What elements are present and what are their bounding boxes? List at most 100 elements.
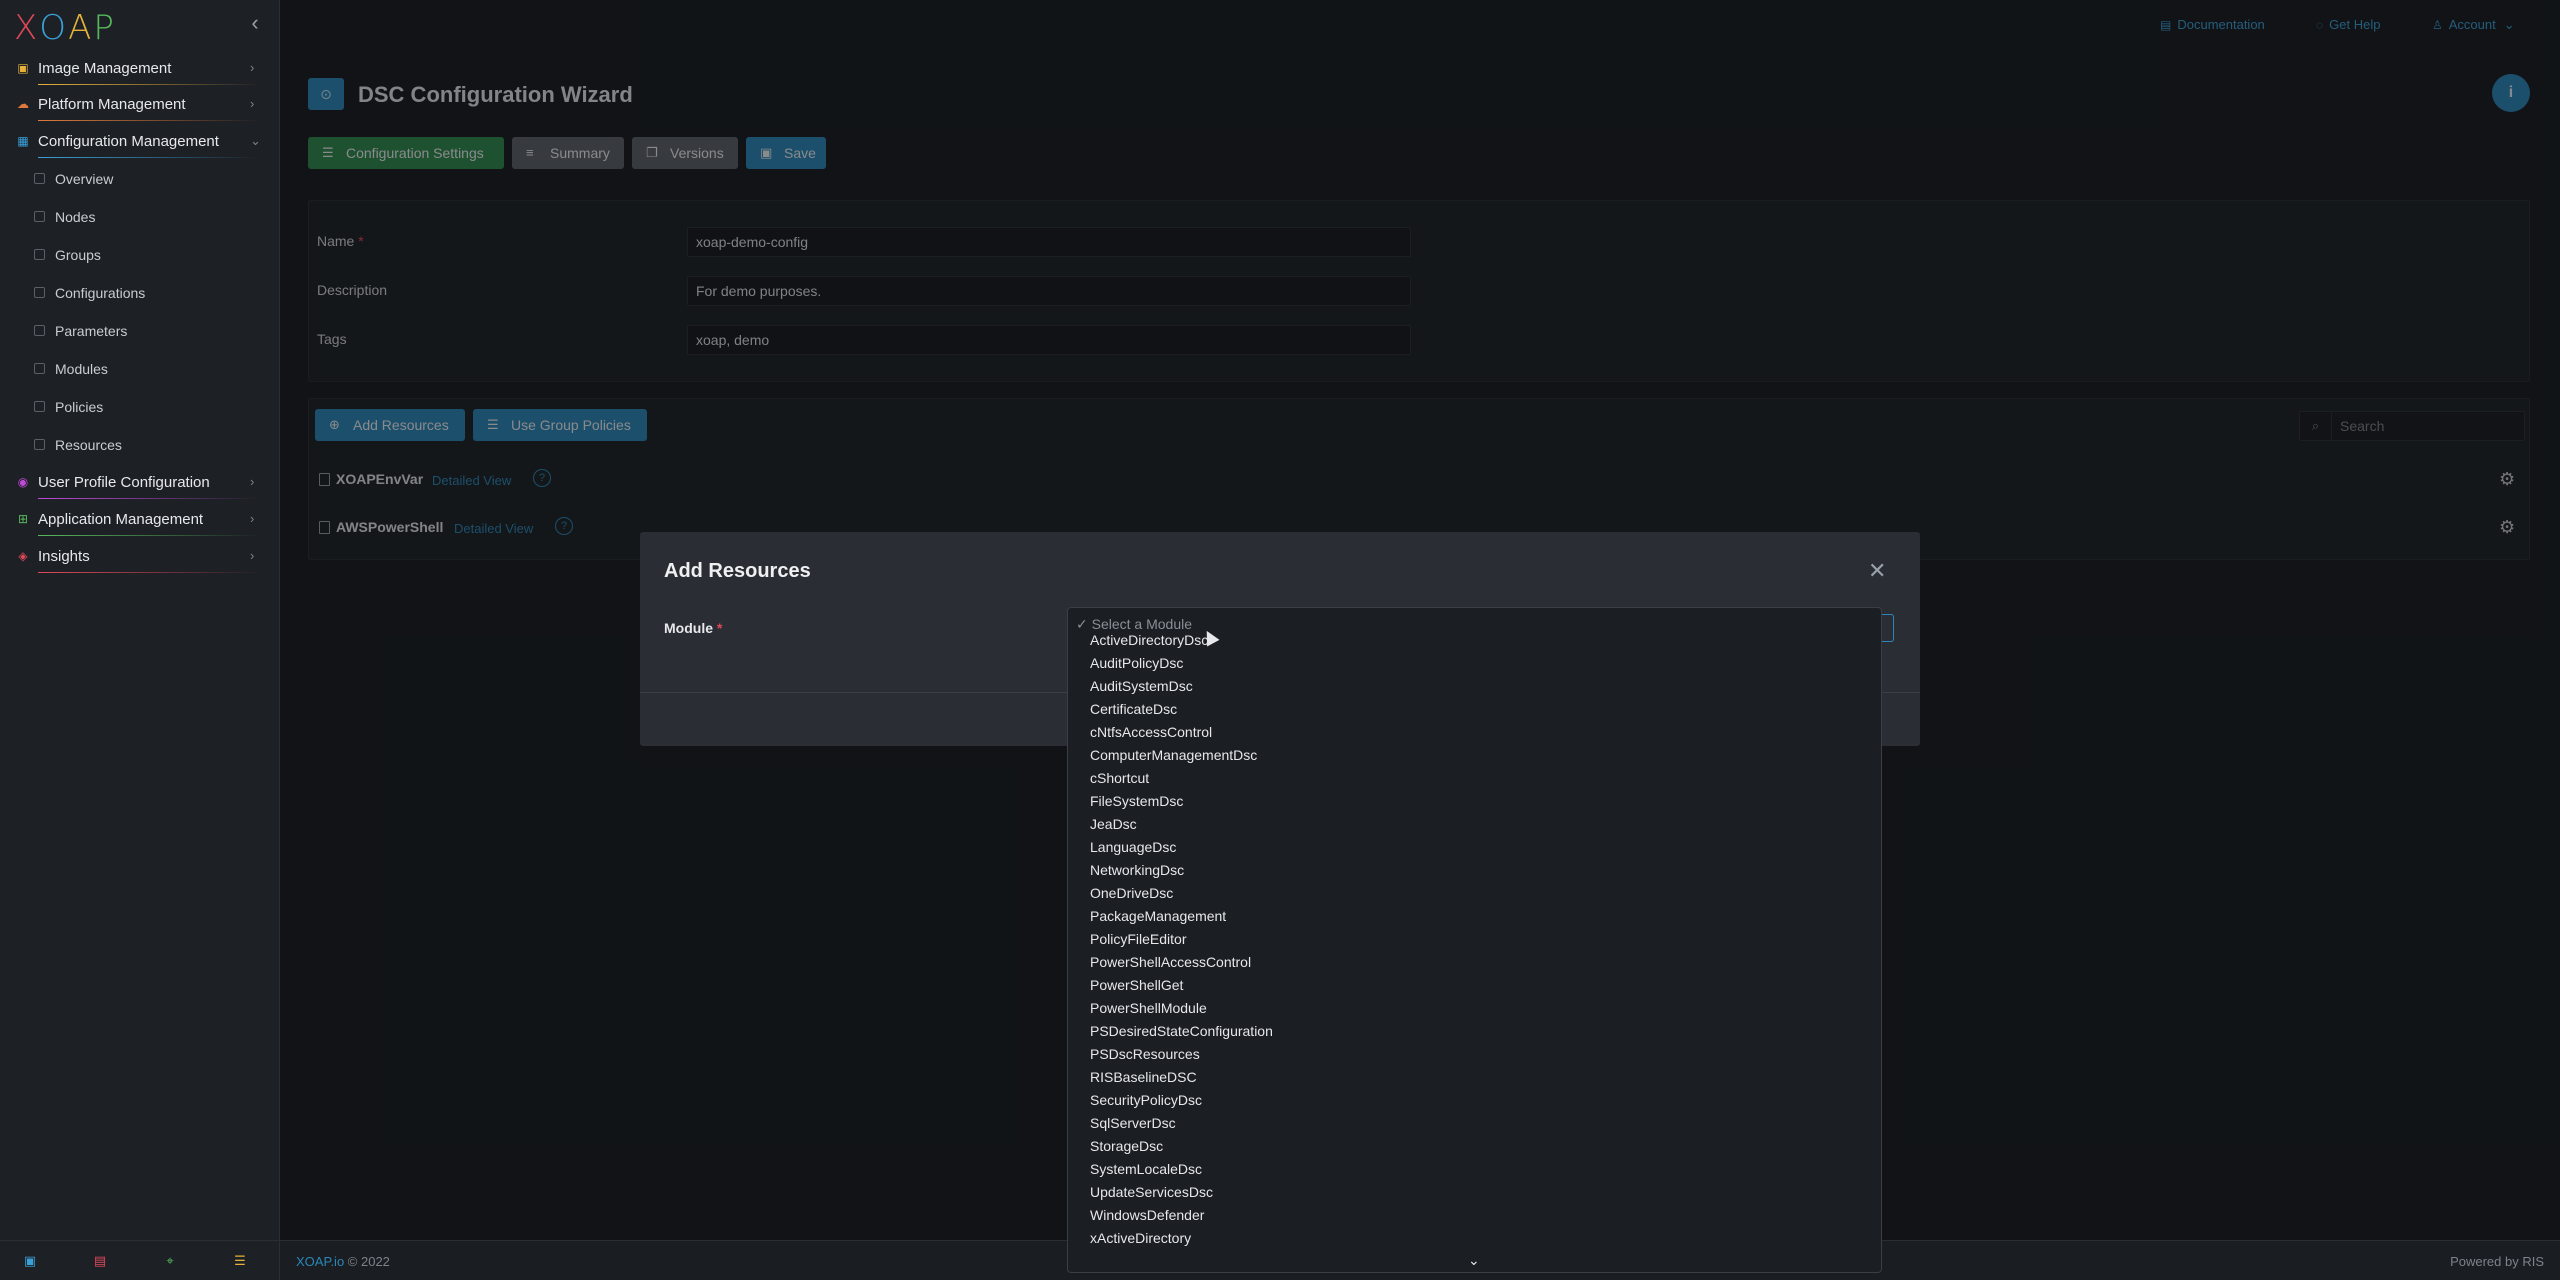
required-marker: * (716, 620, 723, 636)
sidebar-item-platform-management[interactable]: ☁ Platform Management › (0, 88, 280, 124)
module-option[interactable]: NetworkingDsc (1090, 862, 1184, 878)
sidebar-item-application-management[interactable]: ⊞ Application Management › (0, 503, 280, 539)
chevron-right-icon: › (250, 60, 255, 75)
config-icon: ▦ (17, 134, 29, 148)
module-dropdown[interactable]: ✓ Select a Module ActiveDirectoryDsc Audi… (1067, 607, 1882, 1273)
sidebar-item-label: Application Management (38, 511, 204, 528)
list-icon[interactable]: ☰ (232, 1253, 248, 1269)
logo-letter: X (14, 8, 40, 48)
app-icon: ⊞ (17, 512, 29, 526)
module-option[interactable]: PolicyFileEditor (1090, 931, 1186, 947)
sidebar-subitem-label: Parameters (55, 323, 128, 339)
sidebar-item-label: Insights (38, 548, 90, 565)
sidebar-subitem-configurations[interactable]: Configurations (0, 278, 280, 310)
sidebar-item-image-management[interactable]: ▣ Image Management › (0, 52, 280, 88)
module-option[interactable]: JeaDsc (1090, 816, 1137, 832)
module-option[interactable]: cNtfsAccessControl (1090, 724, 1212, 740)
sidebar-subitem-overview[interactable]: Overview (0, 164, 280, 196)
module-option[interactable]: PowerShellModule (1090, 1000, 1207, 1016)
module-option[interactable]: UpdateServicesDsc (1090, 1184, 1213, 1200)
sidebar-subitem-nodes[interactable]: Nodes (0, 202, 280, 234)
sidebar-item-user-profile-configuration[interactable]: ◉ User Profile Configuration › (0, 466, 280, 502)
chevron-down-icon: ⌄ (250, 133, 261, 148)
copyright: XOAP.io © 2022 (296, 1254, 390, 1269)
module-option[interactable]: FileSystemDsc (1090, 793, 1183, 809)
sidebar: XOAP ‹ ▣ Image Management › ☁ Platform Manag… (0, 0, 280, 1280)
sidebar-footer: ▣ ▤ ⌖ ☰ (0, 1240, 280, 1280)
module-option[interactable]: SystemLocaleDsc (1090, 1161, 1202, 1177)
sidebar-item-label: Image Management (38, 60, 172, 77)
xoap-logo[interactable]: XOAP (14, 8, 116, 48)
logo-letter: P (93, 8, 116, 48)
modal-title: Add Resources (664, 560, 811, 582)
platform-icon: ☁ (17, 97, 29, 111)
module-option[interactable]: WindowsDefender (1090, 1207, 1204, 1223)
module-option[interactable]: RISBaselineDSC (1090, 1069, 1197, 1085)
sidebar-subitem-label: Policies (55, 399, 104, 415)
logo-letter: A (68, 8, 94, 48)
sidebar-item-label: Platform Management (38, 96, 186, 113)
dropdown-placeholder[interactable]: ✓ Select a Module (1076, 616, 1192, 633)
nodes-icon (34, 211, 45, 222)
module-select[interactable] (1882, 614, 1894, 642)
sidebar-subitem-resources[interactable]: Resources (0, 430, 280, 462)
module-label: Module * (664, 620, 723, 636)
module-option[interactable]: LanguageDsc (1090, 839, 1176, 855)
module-option[interactable]: StorageDsc (1090, 1138, 1163, 1154)
sidebar-subitem-parameters[interactable]: Parameters (0, 316, 280, 348)
module-option[interactable]: PowerShellGet (1090, 977, 1183, 993)
chevron-right-icon: › (250, 511, 255, 526)
sidebar-subitem-modules[interactable]: Modules (0, 354, 280, 386)
sidebar-item-insights[interactable]: ◈ Insights › (0, 540, 280, 576)
check-icon: ✓ (1076, 616, 1092, 632)
module-option[interactable]: PackageManagement (1090, 908, 1226, 924)
chevron-right-icon: › (250, 548, 255, 563)
module-option[interactable]: AuditPolicyDsc (1090, 655, 1183, 671)
sidebar-item-configuration-management[interactable]: ▦ Configuration Management ⌄ (0, 125, 280, 161)
location-icon[interactable]: ⌖ (162, 1253, 178, 1269)
module-option[interactable]: SqlServerDsc (1090, 1115, 1176, 1131)
close-icon[interactable]: ✕ (1868, 558, 1886, 584)
logo-letter: O (39, 8, 69, 48)
sidebar-subitem-label: Modules (55, 361, 108, 377)
module-option[interactable]: PSDscResources (1090, 1046, 1200, 1062)
chevron-down-icon[interactable]: ⌄ (1468, 1252, 1480, 1269)
insights-icon: ◈ (18, 549, 28, 563)
sidebar-subitem-label: Nodes (55, 209, 96, 225)
xoap-link[interactable]: XOAP.io (296, 1254, 344, 1269)
image-icon: ▣ (17, 61, 29, 75)
module-option[interactable]: cShortcut (1090, 770, 1149, 786)
nav-underline (38, 157, 260, 158)
overview-icon (34, 173, 45, 184)
groups-icon (34, 249, 45, 260)
module-option[interactable]: PSDesiredStateConfiguration (1090, 1023, 1273, 1039)
resources-icon (34, 439, 45, 450)
module-option[interactable]: ComputerManagementDsc (1090, 747, 1257, 763)
sidebar-subitem-label: Configurations (55, 285, 146, 301)
module-option[interactable]: CertificateDsc (1090, 701, 1177, 717)
module-option[interactable]: SecurityPolicyDsc (1090, 1092, 1202, 1108)
module-option[interactable]: xActiveDirectory (1090, 1230, 1191, 1246)
module-option[interactable]: AuditSystemDsc (1090, 678, 1193, 694)
chevron-right-icon: › (250, 96, 255, 111)
sidebar-item-label: Configuration Management (38, 133, 219, 150)
sidebar-item-label: User Profile Configuration (38, 474, 210, 491)
module-option[interactable]: OneDriveDsc (1090, 885, 1173, 901)
sidebar-subitem-label: Overview (55, 171, 114, 187)
modules-icon (34, 363, 45, 374)
collapse-sidebar-icon[interactable]: ‹ (244, 12, 266, 34)
sidebar-subitem-policies[interactable]: Policies (0, 392, 280, 424)
nav-underline (38, 498, 260, 499)
image-icon[interactable]: ▣ (22, 1253, 38, 1269)
sidebar-subitem-groups[interactable]: Groups (0, 240, 280, 272)
module-option[interactable]: PowerShellAccessControl (1090, 954, 1251, 970)
configurations-icon (34, 287, 45, 298)
powered-by: Powered by RIS (2450, 1254, 2544, 1269)
user-profile-icon: ◉ (17, 475, 29, 489)
nav-underline (38, 572, 260, 573)
parameters-icon (34, 325, 45, 336)
nav-underline (38, 84, 260, 85)
policies-icon (34, 401, 45, 412)
module-option[interactable]: ActiveDirectoryDsc (1090, 632, 1208, 648)
platform-icon[interactable]: ▤ (92, 1253, 108, 1269)
